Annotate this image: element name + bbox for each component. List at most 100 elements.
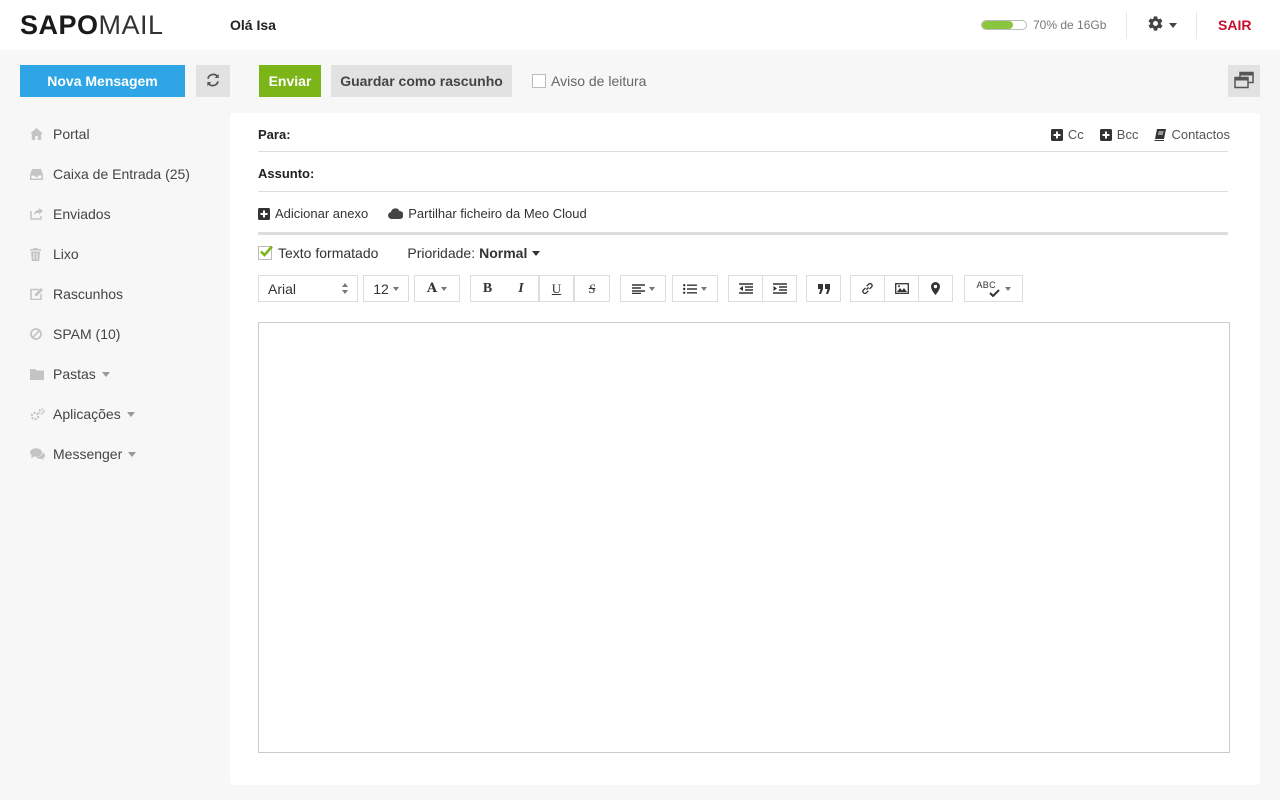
link-icon [862,282,873,295]
quota-bar [981,20,1027,30]
sidebar-nav: Portal Caixa de Entrada (25) Enviados Li… [20,114,210,474]
sidebar-item-messenger[interactable]: Messenger [20,434,210,474]
priority-label: Prioridade: [407,245,476,261]
font-family-select[interactable]: Arial [258,275,358,302]
sidebar-item-trash[interactable]: Lixo [20,234,210,274]
read-receipt-label: Aviso de leitura [551,73,647,89]
save-draft-button[interactable]: Guardar como rascunho [331,65,512,97]
sidebar-item-drafts[interactable]: Rascunhos [20,274,210,314]
sidebar-item-sent[interactable]: Enviados [20,194,210,234]
italic-button[interactable]: I [504,275,539,302]
updown-icon [342,283,348,294]
contacts-button[interactable]: Contactos [1154,127,1230,142]
to-field[interactable]: Para: Cc Bcc Contactos [258,113,1230,152]
settings-menu-button[interactable] [1147,15,1177,35]
popout-icon [1233,71,1255,92]
compose-panel: Para: Cc Bcc Contactos Assunto: Adiciona… [230,113,1260,785]
user-greeting: Olá Isa [230,17,276,33]
storage-quota: 70% de 16Gb [981,18,1106,32]
font-size-value: 12 [373,280,389,297]
message-body-editor[interactable] [258,322,1230,753]
logo-bold-text: SAPO [20,10,99,40]
divider [1196,12,1197,39]
underline-button[interactable]: U [539,275,574,302]
chevron-down-icon [126,411,135,417]
cloud-icon [388,208,404,219]
sapo-mail-logo[interactable]: SAPOMAIL [20,10,164,40]
formatted-text-checkbox[interactable] [258,245,273,260]
image-icon [894,283,909,294]
popout-window-button[interactable] [1228,65,1260,97]
sidebar-item-label: Messenger [53,446,123,462]
sidebar-item-label: Pastas [53,366,96,382]
sidebar-item-label: Enviados [53,206,111,222]
sidebar-item-label: Portal [53,126,90,142]
add-cc-button[interactable]: Cc [1050,127,1084,142]
bold-icon: B [482,280,493,296]
sidebar-item-inbox[interactable]: Caixa de Entrada (25) [20,154,210,194]
send-button[interactable]: Enviar [259,65,321,97]
logout-link[interactable]: SAIR [1218,17,1251,33]
add-attachment-button[interactable]: Adicionar anexo [258,206,368,221]
map-marker-icon [931,282,940,295]
book-icon [1154,128,1167,141]
new-message-button[interactable]: Nova Mensagem [20,65,185,97]
contacts-label: Contactos [1171,127,1230,142]
drafts-icon [20,288,53,300]
sidebar-item-portal[interactable]: Portal [20,114,210,154]
font-color-button[interactable]: A [414,275,460,302]
add-bcc-button[interactable]: Bcc [1099,127,1138,142]
sidebar-item-label: Caixa de Entrada (25) [53,166,190,182]
font-size-select[interactable]: 12 [363,275,409,302]
subject-field[interactable]: Assunto: [258,152,1228,192]
sidebar-item-label: Aplicações [53,406,121,422]
align-menu-button[interactable] [620,275,666,302]
quota-text: 70% de 16Gb [1033,18,1107,32]
sidebar-item-spam[interactable]: SPAM (10) [20,314,210,354]
sidebar-item-label: SPAM (10) [53,326,121,342]
attachment-row: Adicionar anexo Partilhar ficheiro da Me… [258,192,1228,235]
align-left-icon [631,283,645,294]
inbox-icon [20,168,53,180]
bold-button[interactable]: B [470,275,505,302]
subject-label: Assunto: [258,166,315,181]
spellcheck-button[interactable]: ABC [964,275,1023,302]
list-menu-button[interactable] [672,275,718,302]
chevron-down-icon [392,286,399,291]
indent-button[interactable] [762,275,797,302]
sidebar-item-apps[interactable]: Aplicações [20,394,210,434]
share-cloud-label: Partilhar ficheiro da Meo Cloud [408,206,587,221]
strikethrough-button[interactable]: S [574,275,610,302]
apps-icon [20,407,53,421]
share-cloud-file-button[interactable]: Partilhar ficheiro da Meo Cloud [388,206,587,221]
outdent-button[interactable] [728,275,763,302]
recipient-options: Cc Bcc Contactos [1035,127,1230,142]
chevron-down-icon [128,451,137,457]
priority-selector[interactable]: Prioridade: Normal [407,245,541,261]
list-icon [683,283,697,294]
chevron-down-icon [441,286,448,291]
chevron-down-icon [1004,286,1011,291]
read-receipt-option[interactable]: Aviso de leitura [532,73,646,89]
blockquote-button[interactable] [806,275,841,302]
font-family-value: Arial [268,280,297,297]
outdent-icon [738,283,753,294]
read-receipt-checkbox[interactable] [532,74,546,88]
sent-icon [20,208,53,220]
plus-square-icon [1050,128,1063,141]
logo-light-text: MAIL [98,10,164,40]
chat-icon [20,448,53,460]
insert-link-button[interactable] [850,275,885,302]
chevron-down-icon [532,250,541,256]
sidebar-item-folders[interactable]: Pastas [20,354,210,394]
to-label: Para: [258,127,291,142]
underline-icon: U [551,280,562,296]
checkmark-icon [988,288,1000,297]
chevron-down-icon [1169,22,1177,28]
insert-image-button[interactable] [884,275,919,302]
refresh-button[interactable] [196,65,230,97]
trash-icon [20,247,53,261]
insert-location-button[interactable] [918,275,953,302]
gear-icon [1147,15,1164,35]
chevron-down-icon [101,371,110,377]
